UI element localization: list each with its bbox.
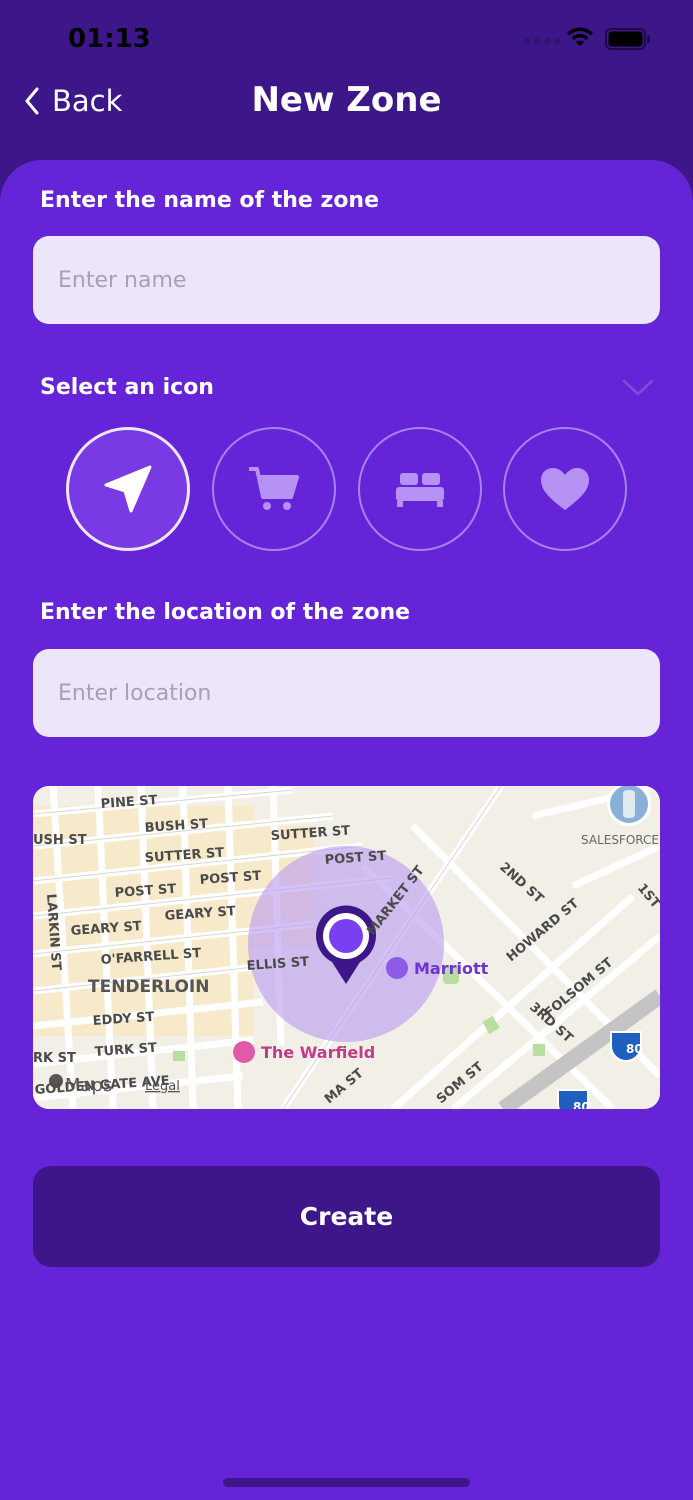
- create-button[interactable]: Create: [33, 1166, 660, 1267]
- map-legal-link[interactable]: Legal: [145, 1079, 180, 1094]
- icon-option-bed[interactable]: [358, 427, 482, 551]
- highway-shield-label: 80: [573, 1100, 590, 1109]
- icon-option-heart[interactable]: [503, 427, 627, 551]
- shopping-cart-icon: [249, 467, 299, 510]
- icon-option-navigation[interactable]: [66, 427, 190, 551]
- icon-select-label: Select an icon: [40, 375, 214, 400]
- map-street-label: RK ST: [33, 1051, 76, 1066]
- battery-icon: [605, 28, 650, 50]
- map-poi-salesforce[interactable]: SALESFORCE TOWER: [581, 833, 660, 847]
- wifi-icon: [567, 27, 593, 46]
- chevron-down-icon[interactable]: [622, 378, 654, 398]
- map-street-label: USH ST: [33, 833, 87, 848]
- maps-attribution: Maps: [65, 1075, 112, 1096]
- heart-icon: [541, 468, 589, 510]
- map-poi-warfield[interactable]: The Warfield: [261, 1043, 375, 1062]
- page-title: New Zone: [251, 80, 442, 120]
- highway-shield-label: 80: [626, 1042, 643, 1056]
- bed-icon: [396, 473, 444, 507]
- map-view[interactable]: PINE ST BUSH ST SUTTER ST SUTTER ST POST…: [33, 786, 660, 1109]
- map-poi-marriott[interactable]: Marriott: [414, 959, 489, 978]
- icon-option-cart[interactable]: [212, 427, 336, 551]
- status-bar: 01:13: [0, 0, 693, 80]
- navigation-arrow-icon: [104, 465, 152, 513]
- navigation-bar: Back New Zone: [0, 78, 693, 128]
- zone-name-input[interactable]: [33, 236, 660, 324]
- zone-location-label: Enter the location of the zone: [40, 600, 411, 625]
- map-canvas[interactable]: PINE ST BUSH ST SUTTER ST SUTTER ST POST…: [33, 786, 660, 1109]
- home-indicator: [223, 1478, 470, 1487]
- zone-location-input[interactable]: [33, 649, 660, 737]
- zone-name-label: Enter the name of the zone: [40, 188, 380, 213]
- status-time: 01:13: [68, 24, 151, 54]
- map-neighborhood-label: TENDERLOIN: [88, 977, 209, 997]
- cellular-signal-icon: [524, 38, 561, 45]
